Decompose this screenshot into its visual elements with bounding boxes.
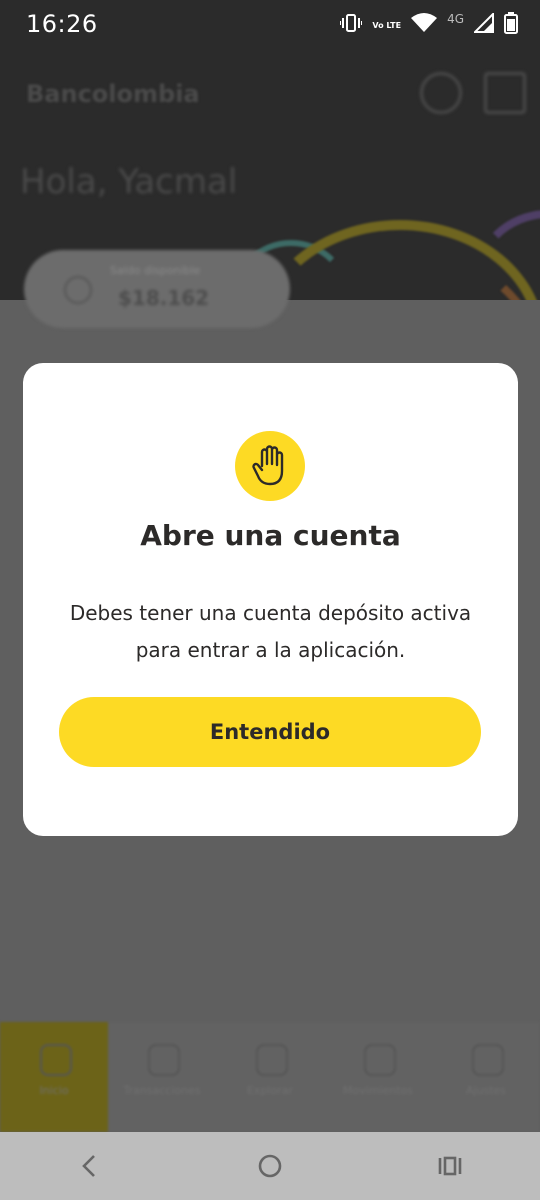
brand-logo: Bancolombia <box>26 80 200 108</box>
nav-item-inicio: Inicio <box>0 1022 108 1132</box>
dialog-title: Abre una cuenta <box>140 519 401 552</box>
back-icon[interactable] <box>60 1136 120 1196</box>
dialog-message: Debes tener una cuenta depósito activa p… <box>69 601 472 662</box>
volte-icon: Vo LTE <box>372 20 402 30</box>
hand-stop-icon <box>235 431 305 501</box>
nav-item-movimientos: Movimientos <box>324 1022 432 1132</box>
nav-label: Inicio <box>39 1084 69 1097</box>
home-circle-icon[interactable] <box>240 1136 300 1196</box>
status-bar: 16:26 Vo LTE 4G <box>0 0 540 50</box>
nav-item-transacciones: Transacciones <box>108 1022 216 1132</box>
balance-value: $18.162 <box>118 286 210 310</box>
balance-label: Saldo disponible <box>110 264 201 277</box>
wifi-icon <box>411 13 438 37</box>
balance-card: Saldo disponible $18.162 <box>24 250 290 328</box>
network-type-label: 4G <box>447 12 464 26</box>
signal-icon <box>472 11 494 37</box>
logout-icon <box>484 72 526 114</box>
battery-icon <box>504 12 518 38</box>
eye-icon <box>64 276 92 304</box>
wallet-icon <box>148 1044 180 1076</box>
nav-label: Movimientos <box>342 1084 414 1097</box>
grid-icon <box>256 1044 288 1076</box>
chat-icon <box>420 72 462 114</box>
nav-label: Ajustes <box>465 1084 507 1097</box>
settings-icon <box>472 1044 504 1076</box>
alert-dialog: Abre una cuenta Debes tener una cuenta d… <box>23 363 518 836</box>
header-icons <box>420 72 526 114</box>
bottom-nav: Inicio Transacciones Explorar Movimiento… <box>0 1022 540 1132</box>
nav-item-explorar: Explorar <box>216 1022 324 1132</box>
greeting: Hola, Yacmal <box>20 162 238 202</box>
nav-label: Transacciones <box>123 1084 201 1097</box>
vibrate-icon <box>339 13 364 37</box>
status-icons: Vo LTE 4G <box>339 11 518 38</box>
calendar-icon <box>364 1044 396 1076</box>
recents-icon[interactable] <box>420 1136 480 1196</box>
nav-item-ajustes: Ajustes <box>432 1022 540 1132</box>
entendido-button[interactable]: Entendido <box>59 697 481 767</box>
system-nav-bar <box>0 1132 540 1200</box>
nav-label: Explorar <box>246 1084 293 1097</box>
status-time: 16:26 <box>26 10 98 38</box>
decorative-arc-purple <box>470 210 540 300</box>
home-icon <box>40 1044 72 1076</box>
